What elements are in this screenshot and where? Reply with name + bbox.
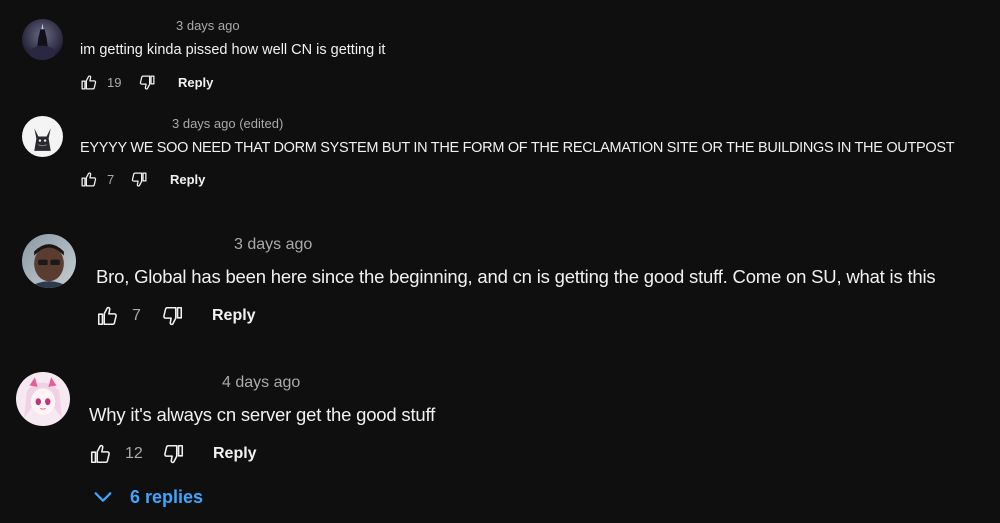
comment-text: Why it's always cn server get the good s… [89, 404, 436, 425]
comment-timestamp[interactable]: 4 days ago [222, 374, 300, 392]
like-button[interactable] [96, 305, 118, 327]
thumbs-down-icon [164, 444, 184, 464]
thumbs-down-icon [163, 306, 183, 326]
reply-button[interactable]: Reply [170, 172, 205, 187]
avatar[interactable] [22, 19, 63, 60]
comment-text: EYYYY WE SOO NEED THAT DORM SYSTEM BUT I… [80, 140, 955, 156]
comment-text: im getting kinda pissed how well CN is g… [80, 42, 386, 58]
comment-actions: 7 Reply [96, 303, 256, 329]
person-photo-avatar-icon [22, 234, 76, 288]
like-count: 7 [107, 171, 115, 187]
dislike-button[interactable] [139, 74, 156, 91]
thumbs-up-icon [90, 444, 110, 464]
reply-button[interactable]: Reply [212, 307, 256, 325]
like-button[interactable] [89, 443, 111, 465]
thumbs-up-icon [97, 306, 117, 326]
wolf-character-avatar-icon [22, 116, 63, 157]
dark-character-avatar-icon [22, 19, 63, 60]
comment-actions: 19 Reply [80, 72, 213, 92]
like-button[interactable] [80, 171, 97, 188]
avatar[interactable] [22, 234, 76, 288]
like-count: 7 [132, 307, 141, 324]
replies-count-label: 6 replies [130, 486, 204, 507]
thumbs-down-icon [139, 74, 155, 90]
thumbs-down-icon [131, 171, 147, 187]
comment-timestamp[interactable]: 3 days ago [234, 236, 312, 254]
comment-actions: 12 Reply [89, 441, 257, 467]
view-replies-button[interactable]: 6 replies [92, 486, 203, 508]
comments-section: 3 days ago im getting kinda pissed how w… [0, 0, 1000, 523]
thumbs-up-icon [81, 171, 97, 187]
dislike-button[interactable] [131, 171, 148, 188]
avatar[interactable] [16, 372, 70, 426]
like-count: 19 [107, 74, 122, 90]
reply-button[interactable]: Reply [178, 75, 213, 90]
reply-button[interactable]: Reply [213, 445, 257, 463]
anime-girl-avatar-icon [16, 372, 70, 426]
avatar[interactable] [22, 116, 63, 157]
comment-timestamp[interactable]: 3 days ago [176, 18, 240, 33]
comment-text: Bro, Global has been here since the begi… [96, 266, 936, 287]
thumbs-up-icon [81, 74, 97, 90]
chevron-down-icon [94, 492, 112, 502]
dislike-button[interactable] [162, 305, 184, 327]
like-count: 12 [125, 445, 143, 462]
comment-actions: 7 Reply [80, 169, 205, 189]
dislike-button[interactable] [163, 443, 185, 465]
comment-timestamp[interactable]: 3 days ago (edited) [172, 116, 283, 131]
like-button[interactable] [80, 74, 97, 91]
